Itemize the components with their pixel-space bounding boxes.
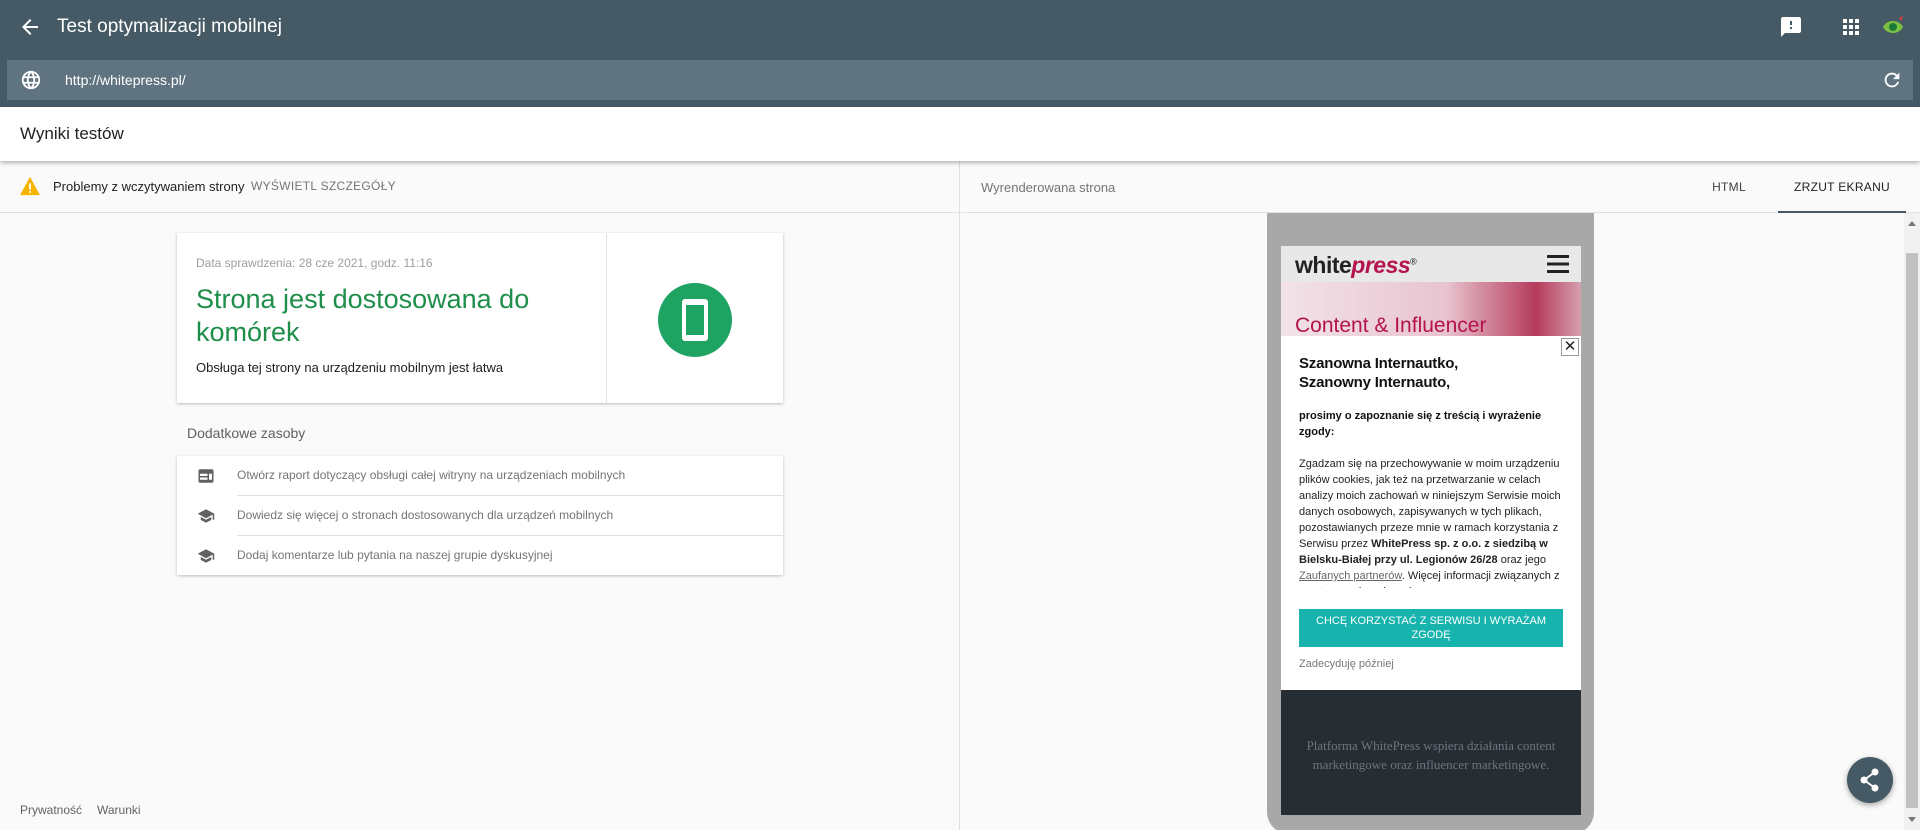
scroll-up-arrow[interactable] [1908,221,1916,226]
reload-icon[interactable] [1881,69,1903,91]
logo-mark: ® [1410,256,1417,267]
results-pane: Problemy z wczytywaniem strony WYŚWIETL … [0,161,960,830]
additional-resources-title: Dodatkowe zasoby [187,425,306,441]
url-bar [7,60,1913,100]
verdict-title: Strona jest dostosowana do komórek [196,284,530,347]
modal-greeting-line: Szanowny Internauto, [1299,374,1451,391]
site-header: whitepress® [1281,246,1581,282]
modal-request: prosimy o zapoznanie się z treścią i wyr… [1299,410,1542,438]
site-logo: whitepress® [1295,252,1417,279]
consent-accept-button: CHCĘ KORZYSTAĆ Z SERWISU I WYRAŻAM ZGODĘ [1299,609,1563,647]
title-row: Test optymalizacji mobilnej [0,0,1920,54]
share-button[interactable] [1847,757,1893,803]
verdict-subtitle: Obsługa tej strony na urządzeniu mobilny… [196,360,504,375]
site-footer-text: Platforma WhitePress wspiera działania c… [1306,738,1556,772]
check-date: Data sprawdzenia: 28 cze 2021, godz. 11:… [196,256,433,270]
rendered-page-title: Wyrenderowana strona [981,180,1116,195]
scrollbar-thumb[interactable] [1906,253,1918,808]
tab-html[interactable]: HTML [1701,161,1757,213]
terms-link[interactable]: Warunki [97,803,141,817]
issues-text: Problemy z wczytywaniem strony [53,179,245,194]
verdict-card: Data sprawdzenia: 28 cze 2021, godz. 11:… [177,233,783,403]
modal-close-button: ✕ [1561,338,1579,356]
apps-grid-icon[interactable] [1839,15,1863,39]
logo-accent: press [1351,252,1411,278]
site-hero: Content & Influencer [1281,282,1581,337]
globe-icon [21,70,41,90]
logo-main: white [1295,252,1352,278]
privacy-link[interactable]: Prywatność [20,803,82,817]
modal-greeting-line: Szanowna Internautko, [1299,355,1459,372]
trusted-partners-link: Zaufanych partnerów [1299,570,1402,582]
phone-screen: whitepress® Content & Influencer ✕ Szano… [1281,246,1581,815]
site-hero-text: Content & Influencer [1295,314,1487,337]
screenshot-viewport: whitepress® Content & Influencer ✕ Szano… [961,213,1920,830]
additional-resources-list: Otwórz raport dotyczący obsługi całej wi… [177,456,783,575]
report-icon [198,469,214,483]
rendered-page-pane: Wyrenderowana strona HTML ZRZUT EKRANU w… [961,161,1920,830]
card-divider [606,233,607,403]
url-input[interactable] [65,68,1665,92]
scroll-down-arrow[interactable] [1908,817,1916,822]
resource-item-label: Dodaj komentarze lub pytania na naszej g… [237,548,553,562]
phone-frame: whitepress® Content & Influencer ✕ Szano… [1267,213,1594,830]
results-header: Wyniki testów [0,107,1920,161]
arrow-left-icon[interactable] [18,15,42,39]
cookie-consent-modal: ✕ Szanowna Internautko, Szanowny Interna… [1281,336,1581,690]
warning-icon [20,176,40,196]
smartphone-icon [682,299,708,341]
account-logo-icon[interactable] [1879,13,1907,41]
modal-body-text: Zgadzam się na przechowywanie w moim urz… [1299,458,1561,550]
feedback-icon[interactable] [1779,15,1803,39]
modal-body: Zgadzam się na przechowywanie w moim urz… [1299,456,1571,588]
preview-scrollbar[interactable] [1904,213,1920,830]
share-icon [1860,768,1879,792]
decide-later-link: Zadecyduję później [1299,658,1394,670]
mobile-friendly-badge [658,283,732,357]
modal-greeting: Szanowna Internautko, Szanowny Internaut… [1299,354,1559,392]
results-title: Wyniki testów [20,124,124,143]
resource-item-discussion-group[interactable]: Dodaj komentarze lub pytania na naszej g… [177,536,783,575]
tab-screenshot[interactable]: ZRZUT EKRANU [1778,161,1906,213]
issues-bar: Problemy z wczytywaniem strony WYŚWIETL … [0,161,960,213]
modal-body-text: oraz jego [1497,554,1546,566]
rendered-page-bar: Wyrenderowana strona HTML ZRZUT EKRANU [961,161,1920,213]
resource-item-learn-more[interactable]: Dowiedz się więcej o stronach dostosowan… [177,496,783,535]
school-icon [197,549,215,563]
resource-item-site-report[interactable]: Otwórz raport dotyczący obsługi całej wi… [177,456,783,495]
app-title: Test optymalizacji mobilnej [57,16,282,37]
hamburger-menu-icon [1547,255,1569,273]
resource-item-label: Dowiedz się więcej o stronach dostosowan… [237,508,614,522]
resource-item-label: Otwórz raport dotyczący obsługi całej wi… [237,468,626,482]
view-details-link[interactable]: WYŚWIETL SZCZEGÓŁY [251,179,396,193]
school-icon [197,509,215,523]
top-app-bar: Test optymalizacji mobilnej [0,0,1920,107]
